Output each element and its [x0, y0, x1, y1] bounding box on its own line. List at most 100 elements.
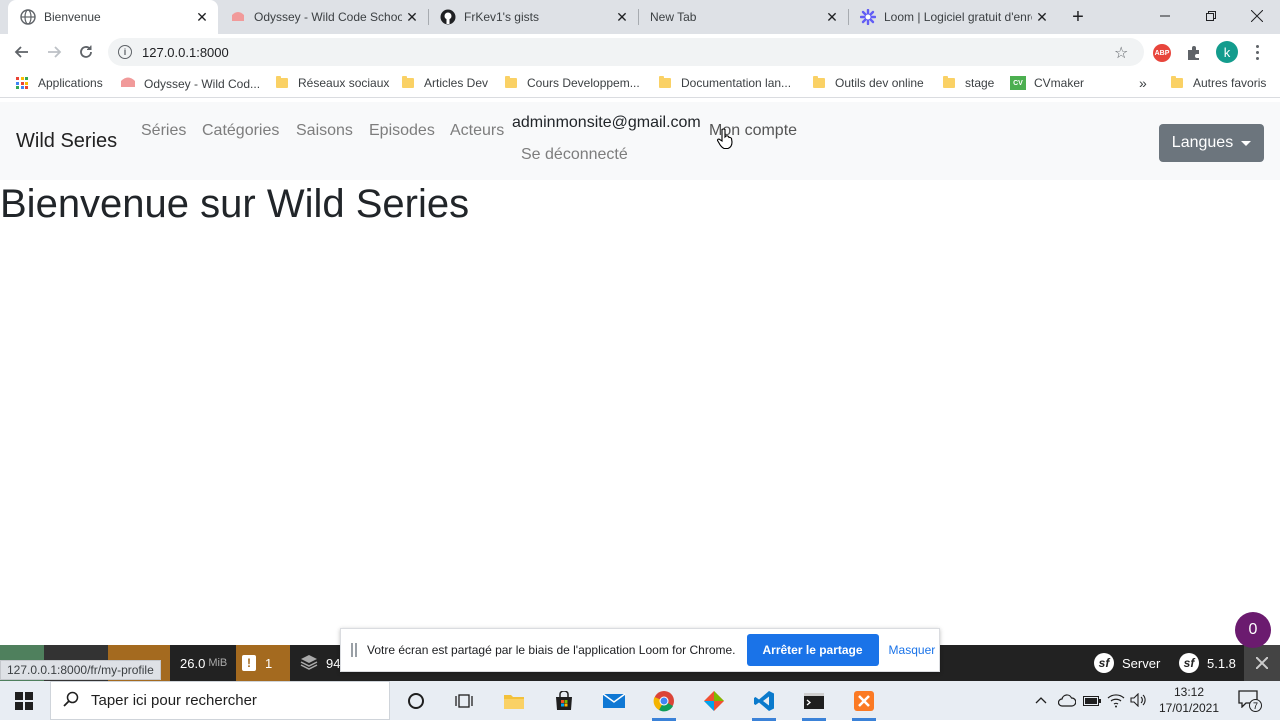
page-title: Bienvenue sur Wild Series	[0, 182, 470, 226]
reload-icon[interactable]	[72, 38, 100, 66]
stop-sharing-button[interactable]: Arrêter le partage	[746, 634, 879, 666]
windows-taskbar: Taper ici pour rechercher 13:12 17/01/20…	[0, 681, 1280, 721]
mail-icon[interactable]	[598, 685, 630, 717]
warning-icon: !	[242, 655, 256, 671]
bookmark-articles-dev[interactable]: Articles Dev	[402, 76, 488, 90]
tab-loom[interactable]: Loom | Logiciel gratuit d'enregistrement…	[848, 0, 1058, 34]
notification-center-icon[interactable]: 7	[1238, 690, 1262, 712]
bookmark-autres-favoris[interactable]: Autres favoris	[1171, 76, 1266, 90]
close-icon[interactable]: ✕	[612, 7, 632, 27]
tab-title: FrKev1's gists	[464, 10, 539, 24]
extensions-puzzle-icon[interactable]	[1185, 44, 1203, 62]
browser-tab-strip: Bienvenue ✕ Odyssey - Wild Code School ✕…	[0, 0, 1280, 34]
cortana-icon[interactable]	[400, 685, 432, 717]
layers-icon	[300, 654, 318, 673]
clock-date: 17/01/2021	[1158, 701, 1220, 715]
tab-github-gists[interactable]: FrKev1's gists ✕	[428, 0, 638, 34]
close-window-icon[interactable]	[1234, 0, 1280, 32]
close-icon[interactable]: ✕	[192, 7, 212, 27]
kebab-menu-icon[interactable]	[1250, 42, 1264, 62]
search-icon	[63, 691, 79, 711]
user-email: adminmonsite@gmail.com	[512, 114, 701, 131]
twig-block[interactable]: 94	[294, 645, 346, 681]
navbar-brand[interactable]: Wild Series	[16, 130, 117, 153]
bookmark-documentation[interactable]: Documentation lan...	[659, 76, 791, 90]
chevron-up-icon[interactable]	[1034, 693, 1050, 709]
git-app-icon[interactable]	[698, 685, 730, 717]
tab-title: Odyssey - Wild Code School	[254, 10, 402, 24]
battery-icon[interactable]	[1083, 694, 1101, 712]
folder-icon	[276, 76, 288, 88]
share-message: Votre écran est partagé par le biais de …	[367, 643, 736, 657]
nav-episodes[interactable]: Episodes	[369, 122, 435, 140]
bookmark-outils-dev[interactable]: Outils dev online	[813, 76, 924, 90]
bookmark-stage[interactable]: stage	[943, 76, 994, 90]
odyssey-icon	[120, 76, 136, 91]
screen-share-notification: Votre écran est partagé par le biais de …	[340, 628, 940, 672]
nav-categories[interactable]: Catégories	[202, 122, 279, 140]
bookmark-odyssey[interactable]: Odyssey - Wild Cod...	[120, 76, 260, 91]
task-view-icon[interactable]	[448, 685, 480, 717]
chrome-icon[interactable]	[648, 685, 680, 721]
star-icon[interactable]: ☆	[1114, 43, 1128, 63]
bookmark-reseaux-sociaux[interactable]: Réseaux sociaux	[276, 76, 389, 90]
tab-bienvenue[interactable]: Bienvenue ✕	[8, 0, 218, 34]
bookmark-cours-developpement[interactable]: Cours Developpem...	[505, 76, 640, 90]
globe-icon	[20, 9, 36, 25]
tab-odyssey[interactable]: Odyssey - Wild Code School ✕	[218, 0, 428, 34]
nav-series[interactable]: Séries	[141, 122, 186, 140]
minimize-icon[interactable]	[1142, 0, 1188, 32]
nav-acteurs[interactable]: Acteurs	[450, 122, 504, 140]
folder-icon	[813, 76, 825, 88]
profile-avatar[interactable]: k	[1216, 41, 1238, 63]
file-explorer-icon[interactable]	[498, 685, 530, 717]
loom-icon	[860, 9, 876, 25]
volume-icon[interactable]	[1130, 692, 1148, 712]
languages-dropdown-button[interactable]: Langues	[1159, 124, 1264, 162]
adblock-icon[interactable]: ABP	[1153, 44, 1171, 62]
cv-icon: CV	[1010, 76, 1026, 90]
system-clock[interactable]: 13:12 17/01/2021	[1152, 684, 1226, 716]
back-arrow-icon[interactable]	[8, 38, 36, 66]
tab-title: New Tab	[650, 10, 697, 24]
nav-saisons[interactable]: Saisons	[296, 122, 353, 140]
bookmark-applications[interactable]: Applications	[16, 76, 103, 90]
bookmarks-overflow[interactable]: »	[1139, 75, 1147, 91]
folder-icon	[402, 76, 414, 88]
clock-time: 13:12	[1173, 685, 1205, 699]
status-url-tooltip: 127.0.0.1:8000/fr/my-profile	[0, 660, 161, 680]
close-icon[interactable]: ✕	[1032, 7, 1052, 27]
bookmark-cvmaker[interactable]: CV CVmaker	[1010, 76, 1084, 90]
close-icon[interactable]: ✕	[822, 7, 842, 27]
server-block[interactable]: sf Server	[1088, 645, 1166, 681]
close-icon[interactable]: ✕	[402, 7, 422, 27]
terminal-icon[interactable]	[798, 685, 830, 721]
restore-icon[interactable]	[1188, 0, 1234, 32]
info-icon[interactable]: i	[118, 45, 132, 59]
warnings-block[interactable]: ! 1	[236, 645, 290, 681]
nav-logout[interactable]: Se déconnecté	[521, 146, 628, 164]
odyssey-icon	[230, 9, 246, 25]
symfony-version-block[interactable]: sf 5.1.8	[1173, 645, 1242, 681]
close-toolbar-icon[interactable]	[1244, 645, 1280, 681]
github-icon	[440, 9, 456, 25]
vscode-icon[interactable]	[748, 685, 780, 721]
symfony-logo-icon: sf	[1094, 653, 1114, 673]
windows-start-icon[interactable]	[8, 685, 40, 717]
apps-grid-icon	[16, 77, 28, 89]
wifi-icon[interactable]	[1107, 692, 1125, 713]
taskbar-search-input[interactable]: Taper ici pour rechercher	[50, 681, 390, 720]
hand-cursor-icon	[716, 128, 734, 155]
cloud-icon[interactable]	[1057, 693, 1077, 712]
memory-block[interactable]: 26.0 MiB	[174, 645, 233, 681]
loom-count-badge[interactable]: 0	[1235, 612, 1271, 648]
forward-arrow-icon[interactable]	[40, 38, 68, 66]
tab-new-tab[interactable]: New Tab ✕	[638, 0, 848, 34]
new-tab-button[interactable]: +	[1066, 5, 1090, 29]
xampp-icon[interactable]	[848, 685, 880, 721]
address-bar[interactable]: i 127.0.0.1:8000 ☆	[108, 38, 1144, 66]
folder-icon	[1171, 76, 1183, 88]
hide-button[interactable]: Masquer	[889, 643, 936, 657]
store-icon[interactable]	[548, 685, 580, 717]
drag-handle-icon[interactable]	[351, 643, 357, 657]
